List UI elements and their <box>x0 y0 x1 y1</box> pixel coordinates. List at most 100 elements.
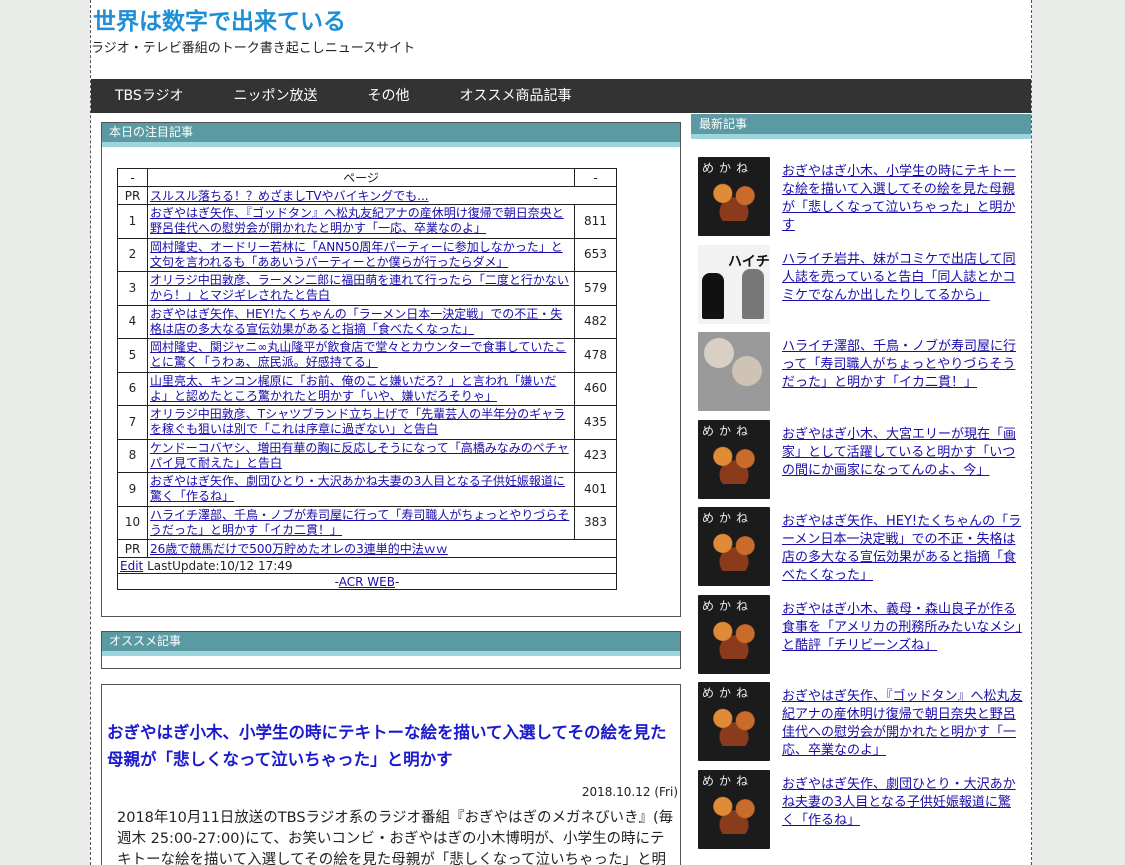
latest-articles-list: めかね おぎやはぎ小木、小学生の時にテキトーな絵を描いて入選してその絵を見た母親… <box>698 157 1023 857</box>
nav-item-recommended-products[interactable]: オススメ商品記事 <box>435 79 597 113</box>
table-row: 10 ハライチ澤部、千鳥・ノブが寿司屋に行って「寿司職人がちょっとやりづらそうだっ… <box>117 505 617 540</box>
table-row: 5 岡村隆史、関ジャニ∞丸山隆平が飲食店で堂々とカウンターで食事していたことに驚く… <box>117 338 617 373</box>
nav-item-nippon-broadcasting[interactable]: ニッポン放送 <box>209 79 343 113</box>
thumbnail-logo-text: めかね <box>702 423 754 438</box>
rank-views: 653 <box>574 237 617 272</box>
article-thumbnail[interactable]: めかね <box>698 419 770 499</box>
article-thumbnail[interactable]: めかね <box>698 769 770 849</box>
list-item: ハライチ澤部、千鳥・ノブが寿司屋に行って「寿司職人がちょっとやりづらそうだった」… <box>698 332 1023 420</box>
thumbnail-logo-text: めかね <box>702 686 754 700</box>
ranking-heading: 本日の注目記事 <box>102 123 680 147</box>
rank-number: 8 <box>117 438 148 473</box>
rank-number: 3 <box>117 271 148 306</box>
list-item: めかね おぎやはぎ小木、小学生の時にテキトーな絵を描いて入選してその絵を見た母親… <box>698 157 1023 245</box>
table-row: 7 オリラジ中田敦彦、Tシャツブランド立ち上げで「先輩芸人の半年分のギャラを稼ぐも… <box>117 405 617 440</box>
last-update: LastUpdate:10/12 17:49 <box>147 558 293 573</box>
table-row: 4 おぎやはぎ矢作、HEY!たくちゃんの「ラーメン日本一決定戦」での不正・失格は店… <box>117 304 617 339</box>
article-thumbnail[interactable]: めかね <box>698 507 770 586</box>
edit-link[interactable]: Edit <box>120 559 143 573</box>
article-thumbnail[interactable]: めかね <box>698 682 770 761</box>
list-item: めかね おぎやはぎ矢作、『ゴッドタン』へ松丸友紀アナの産休明け復帰で朝日奈央と野… <box>698 682 1023 770</box>
latest-article-link[interactable]: ハライチ岩井、妹がコミケで出店して同人誌を売っていると告白「同人誌とかコミケでな… <box>782 245 1023 333</box>
rank-number: 5 <box>117 338 148 373</box>
latest-articles-heading: 最新記事 <box>691 114 1031 139</box>
rank-link[interactable]: おぎやはぎ矢作、HEY!たくちゃんの「ラーメン日本一決定戦」での不正・失格は店の… <box>150 307 562 336</box>
col-left-header: - <box>117 168 148 187</box>
rank-number: 4 <box>117 304 148 339</box>
rank-number: 1 <box>117 204 148 239</box>
table-row: 1 おぎやはぎ矢作、『ゴッドタン』へ松丸友紀アナの産休明け復帰で朝日奈央と野呂佳代… <box>117 204 617 239</box>
rank-number: 2 <box>117 237 148 272</box>
site-title-link[interactable]: 世界は数字で出来ている <box>93 2 346 36</box>
rank-views: 435 <box>574 405 617 440</box>
nav-item-tbs-radio[interactable]: TBSラジオ <box>91 79 209 113</box>
article-body: 2018年10月11日放送のTBSラジオ系のラジオ番組『おぎやはぎのメガネびいき… <box>117 810 674 865</box>
acr-web-link[interactable]: ACR WEB <box>339 575 395 589</box>
thumbnail-logo-text: めかね <box>702 161 754 175</box>
ranking-table: - ページ - PR スルスル落ちる！？めざましTVやバイキングでも... 1お… <box>117 168 617 590</box>
rank-link[interactable]: 岡村隆史、関ジャニ∞丸山隆平が飲食店で堂々とカウンターで食事していたことに驚く「… <box>150 340 566 369</box>
site-description: ラジオ・テレビ番組のトーク書き起こしニュースサイト <box>91 41 416 56</box>
rank-link[interactable]: オリラジ中田敦彦、ラーメン二郎に福田萌を連れて行ったら「二度と行かないから！」と… <box>150 273 569 302</box>
article-thumbnail[interactable]: めかね <box>698 157 770 236</box>
credit-suffix: - <box>394 574 400 589</box>
list-item: めかね おぎやはぎ矢作、劇団ひとり・大沢あかね夫妻の3人目となる子供妊娠報道に驚… <box>698 769 1023 858</box>
rank-link[interactable]: オリラジ中田敦彦、Tシャツブランド立ち上げで「先輩芸人の半年分のギャラを稼ぐも狙… <box>150 407 565 436</box>
latest-article-link[interactable]: おぎやはぎ矢作、『ゴッドタン』へ松丸友紀アナの産休明け復帰で朝日奈央と野呂佳代へ… <box>782 682 1023 770</box>
col-right-header: - <box>574 168 617 187</box>
ranking-widget: 本日の注目記事 - ページ - PR スルスル落ちる！？めざましTVやバイキング… <box>101 122 681 617</box>
table-row: 3 オリラジ中田敦彦、ラーメン二郎に福田萌を連れて行ったら「二度と行かないから！」… <box>117 271 617 306</box>
rank-link[interactable]: ハライチ澤部、千鳥・ノブが寿司屋に行って「寿司職人がちょっとやりづらそうだった」… <box>150 508 569 537</box>
recommend-widget: オススメ記事 <box>101 631 681 669</box>
rank-link[interactable]: 岡村隆史、オードリー若林に「ANN50周年パーティーに参加しなかった」と文句を言… <box>150 240 563 269</box>
recommend-heading: オススメ記事 <box>102 632 680 656</box>
rank-number: 6 <box>117 371 148 406</box>
article-card: おぎやはぎ小木、小学生の時にテキトーな絵を描いて入選してその絵を見た母親が「悲し… <box>101 684 681 865</box>
rank-views: 401 <box>574 472 617 507</box>
rank-views: 579 <box>574 271 617 306</box>
list-item: めかね おぎやはぎ小木、義母・森山良子が作る食事を「アメリカの刑務所みたいなメシ… <box>698 594 1023 683</box>
rank-number: 7 <box>117 405 148 440</box>
latest-article-link[interactable]: おぎやはぎ小木、大宮エリーが現在「画家」として活躍していると明かす「いつの間にか… <box>782 420 1023 508</box>
rank-views: 460 <box>574 371 617 406</box>
pr-label: PR <box>117 186 148 205</box>
pr-top-link[interactable]: スルスル落ちる！？めざましTVやバイキングでも... <box>150 189 429 203</box>
rank-link[interactable]: おぎやはぎ矢作、『ゴッドタン』へ松丸友紀アナの産休明け復帰で朝日奈央と野呂佳代へ… <box>150 206 564 235</box>
table-row: 6 山里亮太、キンコン梶原に「お前、俺のこと嫌いだろ？」と言われ「嫌いだよ」と認め… <box>117 371 617 406</box>
latest-article-link[interactable]: ハライチ澤部、千鳥・ノブが寿司屋に行って「寿司職人がちょっとやりづらそうだった」… <box>782 332 1023 420</box>
list-item: ハイチ ハライチ岩井、妹がコミケで出店して同人誌を売っていると告白「同人誌とかコ… <box>698 244 1023 333</box>
table-row: 2 岡村隆史、オードリー若林に「ANN50周年パーティーに参加しなかった」と文句を… <box>117 237 617 272</box>
pr-bottom-link[interactable]: 26歳で競馬だけで500万貯めたオレの3連単的中法ｗｗ <box>150 542 448 556</box>
latest-article-link[interactable]: おぎやはぎ小木、義母・森山良子が作る食事を「アメリカの刑務所みたいなメシ」と酷評… <box>782 595 1023 683</box>
article-date: 2018.10.12 (Fri) <box>581 785 678 799</box>
table-row: 9 おぎやはぎ矢作、劇団ひとり・大沢あかね夫妻の3人目となる子供妊娠報道に驚く「作… <box>117 472 617 507</box>
nav-item-other[interactable]: その他 <box>343 79 435 113</box>
thumbnail-logo-text: ハイチ <box>728 253 770 270</box>
article-thumbnail[interactable]: めかね <box>698 594 770 674</box>
rank-views: 383 <box>574 505 617 540</box>
pr-label: PR <box>117 539 148 558</box>
rank-link[interactable]: ケンドーコバヤシ、増田有華の胸に反応しそうになって「高橋みなみのペチャパイ見て耐… <box>150 441 569 470</box>
rank-link[interactable]: おぎやはぎ矢作、劇団ひとり・大沢あかね夫妻の3人目となる子供妊娠報道に驚く「作る… <box>150 474 565 503</box>
thumbnail-logo-text: めかね <box>702 773 754 788</box>
col-page-header: ページ <box>147 168 575 187</box>
list-item: めかね おぎやはぎ小木、大宮エリーが現在「画家」として活躍していると明かす「いつ… <box>698 419 1023 508</box>
table-row: 8 ケンドーコバヤシ、増田有華の胸に反応しそうになって「高橋みなみのペチャパイ見て… <box>117 438 617 473</box>
latest-article-link[interactable]: おぎやはぎ小木、小学生の時にテキトーな絵を描いて入選してその絵を見た母親が「悲し… <box>782 157 1023 245</box>
article-title[interactable]: おぎやはぎ小木、小学生の時にテキトーな絵を描いて入選してその絵を見た母親が「悲し… <box>107 719 677 773</box>
rank-number: 9 <box>117 472 148 507</box>
list-item: めかね おぎやはぎ矢作、HEY!たくちゃんの「ラーメン日本一決定戦」での不正・失… <box>698 507 1023 595</box>
rank-number: 10 <box>117 505 148 540</box>
thumbnail-logo-text: めかね <box>702 511 754 525</box>
latest-article-link[interactable]: おぎやはぎ矢作、劇団ひとり・大沢あかね夫妻の3人目となる子供妊娠報道に驚く「作る… <box>782 770 1023 858</box>
rank-views: 423 <box>574 438 617 473</box>
rank-views: 482 <box>574 304 617 339</box>
page-container: 世界は数字で出来ている ラジオ・テレビ番組のトーク書き起こしニュースサイト TB… <box>90 0 1032 865</box>
rank-views: 811 <box>574 204 617 239</box>
article-thumbnail[interactable]: ハイチ <box>698 244 770 324</box>
latest-article-link[interactable]: おぎやはぎ矢作、HEY!たくちゃんの「ラーメン日本一決定戦」での不正・失格は店の… <box>782 507 1023 595</box>
main-nav: TBSラジオ ニッポン放送 その他 オススメ商品記事 <box>91 79 1031 113</box>
rank-link[interactable]: 山里亮太、キンコン梶原に「お前、俺のこと嫌いだろ？」と言われ「嫌いだよ」と認めた… <box>150 374 556 403</box>
article-thumbnail[interactable] <box>698 332 770 411</box>
rank-views: 478 <box>574 338 617 373</box>
